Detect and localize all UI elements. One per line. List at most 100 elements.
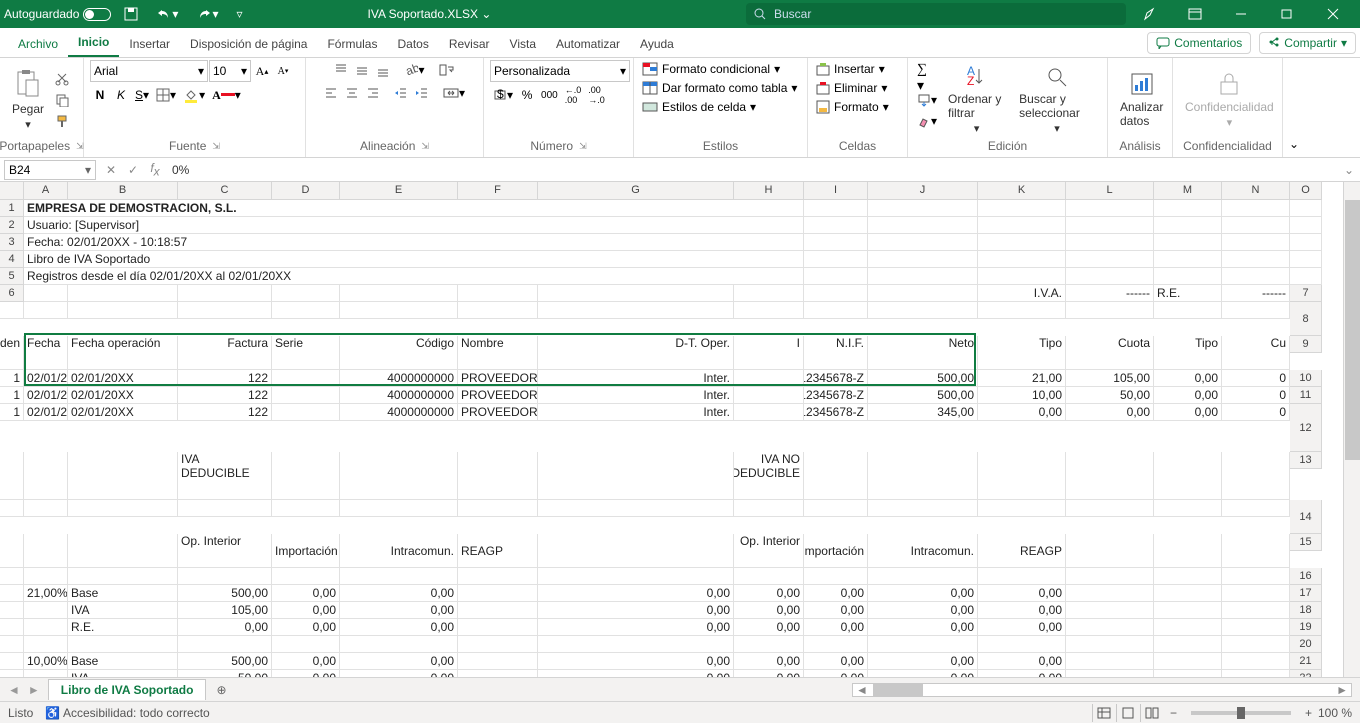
collapse-ribbon-icon[interactable]: ⌄ bbox=[1283, 58, 1305, 157]
add-sheet-icon[interactable]: ⊕ bbox=[206, 683, 236, 697]
cell[interactable] bbox=[804, 636, 868, 653]
copy-icon[interactable] bbox=[52, 90, 72, 110]
cell[interactable]: 0,00 bbox=[978, 585, 1066, 602]
cell[interactable] bbox=[24, 670, 68, 677]
row-header[interactable]: 17 bbox=[1290, 585, 1322, 602]
tab-view[interactable]: Vista bbox=[500, 31, 546, 57]
cell[interactable]: EMPRESA DE DEMOSTRACION, S.L. bbox=[24, 200, 804, 217]
cell[interactable] bbox=[0, 500, 24, 517]
fill-icon[interactable]: ▾ bbox=[914, 90, 940, 110]
cell[interactable]: 0,00 bbox=[538, 653, 734, 670]
launcher-icon[interactable]: ⇲ bbox=[76, 141, 84, 152]
column-header[interactable] bbox=[0, 182, 24, 200]
cell[interactable] bbox=[0, 585, 24, 602]
cell[interactable]: PROVEEDOR 1 bbox=[458, 370, 538, 387]
cell[interactable]: 12345678-Z bbox=[804, 404, 868, 421]
cell[interactable] bbox=[1290, 268, 1322, 285]
search-input[interactable]: Buscar bbox=[746, 3, 1126, 25]
page-layout-view-icon[interactable] bbox=[1116, 704, 1140, 722]
cell[interactable] bbox=[734, 302, 804, 319]
spreadsheet-grid[interactable]: ABCDEFGHIJKLMNO1EMPRESA DE DEMOSTRACION,… bbox=[0, 182, 1360, 677]
cell[interactable] bbox=[0, 619, 24, 636]
cell[interactable] bbox=[272, 302, 340, 319]
row-header[interactable]: 4 bbox=[0, 251, 24, 268]
cell[interactable]: 0,00 bbox=[868, 653, 978, 670]
sort-filter-button[interactable]: AZOrdenar y filtrar▾ bbox=[942, 63, 1011, 137]
align-right-icon[interactable] bbox=[363, 83, 383, 103]
cell[interactable]: 10,00 bbox=[978, 387, 1066, 404]
cell[interactable]: 02/01/20XX bbox=[68, 387, 178, 404]
row-header[interactable]: 7 bbox=[1290, 285, 1322, 302]
cell[interactable]: 0,00 bbox=[1154, 404, 1222, 421]
increase-decimal-icon[interactable]: ←.0.00 bbox=[562, 85, 585, 105]
cell[interactable] bbox=[272, 404, 340, 421]
cell[interactable] bbox=[538, 500, 734, 517]
column-header[interactable]: I bbox=[804, 182, 868, 200]
cell[interactable]: REAGP bbox=[458, 534, 538, 568]
format-as-table-button[interactable]: Dar formato como tabla ▾ bbox=[640, 79, 799, 97]
cell[interactable] bbox=[1066, 619, 1154, 636]
cell[interactable] bbox=[272, 452, 340, 500]
cell[interactable]: 0,00 bbox=[340, 670, 458, 677]
cell[interactable] bbox=[978, 200, 1066, 217]
cell[interactable]: 0,00 bbox=[272, 653, 340, 670]
tab-home[interactable]: Inicio bbox=[68, 29, 119, 57]
undo-icon[interactable]: ▾ bbox=[151, 0, 183, 28]
cell[interactable] bbox=[734, 404, 804, 421]
cell[interactable]: IVA bbox=[68, 670, 178, 677]
cell[interactable]: I.V.A. bbox=[978, 285, 1066, 302]
column-header[interactable]: O bbox=[1290, 182, 1322, 200]
cell[interactable] bbox=[804, 251, 868, 268]
cell[interactable]: 0,00 bbox=[978, 404, 1066, 421]
cell[interactable] bbox=[734, 387, 804, 404]
cell[interactable] bbox=[0, 534, 24, 568]
cell[interactable]: Base bbox=[68, 653, 178, 670]
conditional-formatting-button[interactable]: Formato condicional ▾ bbox=[640, 60, 782, 78]
cell[interactable]: 0,00 bbox=[272, 670, 340, 677]
cell[interactable] bbox=[340, 452, 458, 500]
row-header[interactable]: 12 bbox=[1290, 404, 1322, 452]
cell[interactable] bbox=[24, 568, 68, 585]
cell[interactable]: 500,00 bbox=[178, 653, 272, 670]
row-header[interactable]: 8 bbox=[1290, 302, 1322, 336]
cell[interactable] bbox=[68, 534, 178, 568]
cell[interactable] bbox=[1290, 200, 1322, 217]
cell[interactable] bbox=[24, 500, 68, 517]
column-header[interactable]: G bbox=[538, 182, 734, 200]
cell[interactable]: 0,00 bbox=[538, 619, 734, 636]
cell[interactable] bbox=[868, 302, 978, 319]
cell[interactable]: 500,00 bbox=[868, 387, 978, 404]
cell[interactable] bbox=[1154, 217, 1222, 234]
row-header[interactable]: 16 bbox=[1290, 568, 1322, 585]
cell[interactable] bbox=[1154, 636, 1222, 653]
cell[interactable] bbox=[1154, 670, 1222, 677]
cell[interactable]: D-T. Oper. bbox=[538, 336, 734, 370]
align-top-icon[interactable] bbox=[331, 60, 351, 80]
cell[interactable]: I bbox=[734, 336, 804, 370]
comments-button[interactable]: Comentarios bbox=[1147, 32, 1251, 54]
cell[interactable] bbox=[178, 285, 272, 302]
cell[interactable] bbox=[1154, 234, 1222, 251]
cell[interactable]: REAGP bbox=[978, 534, 1066, 568]
cell[interactable] bbox=[24, 302, 68, 319]
clear-icon[interactable]: ▾ bbox=[914, 111, 940, 131]
quick-access-icon[interactable] bbox=[1126, 0, 1172, 28]
cell[interactable] bbox=[978, 234, 1066, 251]
accounting-format-icon[interactable]: $▾ bbox=[490, 85, 516, 105]
cell[interactable]: 0 bbox=[1222, 387, 1290, 404]
cell[interactable] bbox=[272, 636, 340, 653]
cell[interactable] bbox=[0, 302, 24, 319]
redo-icon[interactable]: ▾ bbox=[191, 0, 223, 28]
cell[interactable]: Factura bbox=[178, 336, 272, 370]
cell-styles-button[interactable]: Estilos de celda ▾ bbox=[640, 98, 758, 116]
cell[interactable]: 1 bbox=[0, 404, 24, 421]
cell[interactable] bbox=[458, 585, 538, 602]
cell[interactable]: 0,00 bbox=[734, 602, 804, 619]
cell[interactable] bbox=[272, 285, 340, 302]
cell[interactable] bbox=[340, 285, 458, 302]
merge-icon[interactable]: ▾ bbox=[440, 83, 468, 103]
cell[interactable]: 02/01/20XX bbox=[68, 370, 178, 387]
percent-icon[interactable]: % bbox=[517, 85, 537, 105]
cell[interactable] bbox=[734, 370, 804, 387]
cell[interactable] bbox=[1066, 500, 1154, 517]
